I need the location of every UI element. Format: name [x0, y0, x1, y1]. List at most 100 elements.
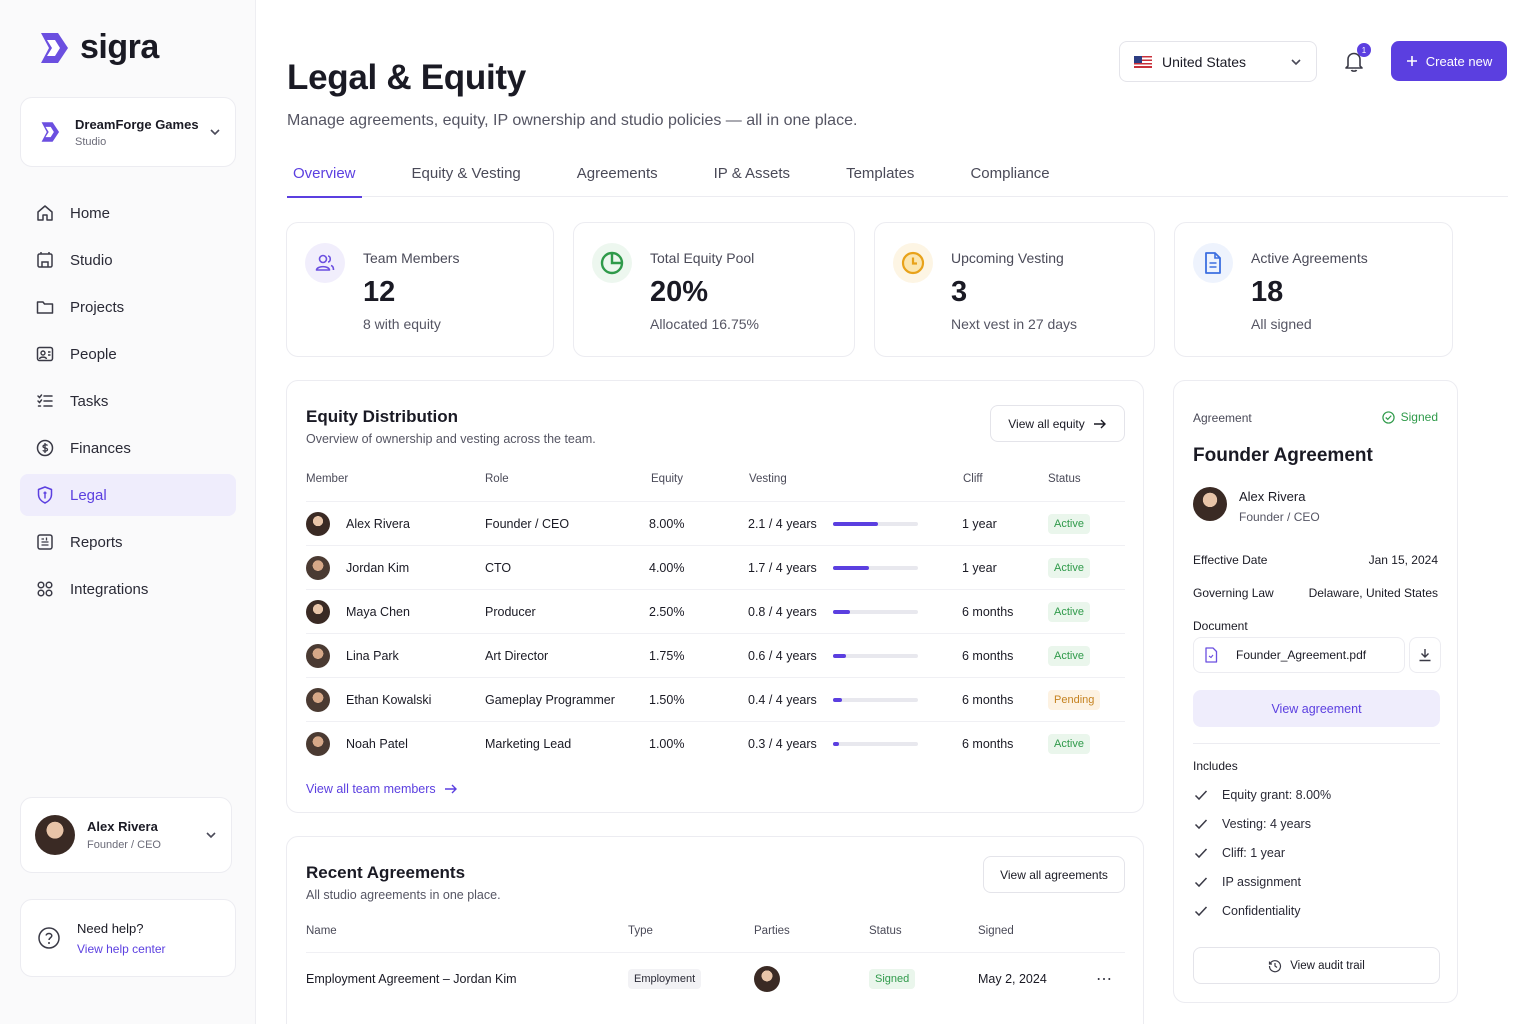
more-options-icon[interactable]: ⋯	[1096, 953, 1113, 1005]
table-row[interactable]: Jordan Kim CTO 4.00% 1.7 / 4 years 1 year Act…	[306, 545, 1125, 589]
stat-value: 12	[363, 276, 396, 308]
page-title: Legal & Equity	[287, 58, 526, 97]
cliff-cell: 6 months	[962, 693, 1014, 707]
sidebar-item-studio[interactable]: Studio	[20, 239, 236, 281]
equity-title: Equity Distribution	[306, 407, 459, 426]
sidebar-item-integrations[interactable]: Integrations	[20, 568, 236, 610]
help-title: Need help?	[77, 920, 144, 936]
equity-cell: 1.75%	[649, 649, 685, 663]
tab-overview[interactable]: Overview	[287, 160, 362, 198]
member-name: Alex Rivera	[346, 517, 410, 531]
workspace-switcher[interactable]: DreamForge Games Studio	[20, 97, 236, 167]
member-cell: Jordan Kim	[306, 546, 409, 590]
status-cell: Active	[1048, 502, 1090, 546]
equity-cell: 1.50%	[649, 693, 685, 707]
table-row[interactable]: Lina Park Art Director 1.75% 0.6 / 4 years 6…	[306, 633, 1125, 677]
column-header-type: Type	[628, 925, 653, 937]
brand-logo[interactable]: sigra	[38, 28, 159, 67]
sidebar-item-label: People	[70, 345, 117, 363]
includes-item-label: Confidentiality	[1222, 904, 1301, 918]
tab-templates[interactable]: Templates	[840, 160, 920, 197]
table-row[interactable]: Ethan Kowalski Gameplay Programmer 1.50% 0.…	[306, 677, 1125, 721]
reports-icon	[35, 532, 55, 552]
country-select[interactable]: United States	[1119, 41, 1317, 82]
member-cell: Noah Patel	[306, 722, 408, 766]
plus-icon	[1406, 56, 1417, 66]
includes-item-label: Equity grant: 8.00%	[1222, 788, 1332, 802]
stat-upcoming-vesting[interactable]: Upcoming Vesting 3 Next vest in 27 days	[874, 222, 1155, 357]
tab-ip-assets[interactable]: IP & Assets	[708, 160, 796, 197]
stat-label: Team Members	[363, 250, 460, 266]
sidebar-item-people[interactable]: People	[20, 333, 236, 375]
stat-active-agreements[interactable]: Active Agreements 18 All signed	[1174, 222, 1453, 357]
view-all-equity-button[interactable]: View all equity	[990, 405, 1125, 442]
avatar	[306, 732, 330, 756]
vesting-progress-bar	[833, 742, 918, 746]
document-file[interactable]: Founder_Agreement.pdf	[1193, 637, 1405, 673]
stat-value: 20%	[650, 276, 709, 308]
page-subtitle: Manage agreements, equity, IP ownership …	[287, 112, 858, 129]
sidebar-item-tasks[interactable]: Tasks	[20, 380, 236, 422]
help-center-link[interactable]: View help center	[77, 942, 166, 956]
table-row[interactable]: Maya Chen Producer 2.50% 0.8 / 4 years 6 mon…	[306, 589, 1125, 633]
stat-team-members[interactable]: Team Members 12 8 with equity	[286, 222, 554, 357]
sidebar-item-legal[interactable]: Legal	[20, 474, 236, 516]
sidebar-item-finances[interactable]: Finances	[20, 427, 236, 469]
tab-bar: Overview Equity & Vesting Agreements IP …	[287, 160, 1508, 198]
sidebar-item-label: Home	[70, 204, 111, 222]
download-icon	[1419, 649, 1431, 662]
user-menu[interactable]: Alex Rivera Founder / CEO	[20, 797, 232, 873]
download-button[interactable]	[1409, 637, 1441, 673]
vesting-progress-bar	[833, 698, 918, 702]
status-badge: Active	[1048, 734, 1090, 754]
view-all-agreements-button[interactable]: View all agreements	[983, 856, 1125, 893]
finances-icon	[35, 438, 55, 458]
sidebar-item-home[interactable]: Home	[20, 192, 236, 234]
sidebar-item-reports[interactable]: Reports	[20, 521, 236, 563]
vesting-text: 0.4 / 4 years	[748, 693, 817, 707]
agreement-detail-panel: Agreement Signed Founder Agreement Alex …	[1173, 380, 1458, 1003]
governing-law-value: Delaware, United States	[1308, 586, 1438, 600]
home-icon	[35, 203, 55, 223]
table-row[interactable]: Employment Agreement – Jordan Kim Employ…	[306, 952, 1125, 1004]
equity-cell: 2.50%	[649, 605, 685, 619]
tab-equity-vesting[interactable]: Equity & Vesting	[406, 160, 527, 197]
view-all-agreements-label: View all agreements	[1000, 867, 1108, 882]
member-cell: Lina Park	[306, 634, 399, 678]
create-new-button[interactable]: Create new	[1391, 41, 1507, 81]
check-icon	[1194, 906, 1208, 917]
avatar	[306, 688, 330, 712]
vesting-progress-fill	[833, 742, 840, 746]
party-role: Founder / CEO	[1239, 510, 1320, 524]
status-badge: Pending	[1048, 690, 1101, 710]
status-badge: Active	[1048, 646, 1090, 666]
status-cell: Pending	[1048, 678, 1101, 722]
stat-total-equity-pool[interactable]: Total Equity Pool 20% Allocated 16.75%	[573, 222, 855, 357]
view-all-team-members-link[interactable]: View all team members	[306, 782, 458, 796]
users-icon	[305, 243, 345, 283]
chevron-down-icon	[206, 832, 216, 839]
view-agreement-button[interactable]: View agreement	[1193, 690, 1440, 727]
view-audit-trail-button[interactable]: View audit trail	[1193, 947, 1440, 984]
tab-compliance[interactable]: Compliance	[964, 160, 1055, 197]
equity-cell: 8.00%	[649, 517, 685, 531]
member-name: Noah Patel	[346, 737, 408, 751]
vesting-text: 1.7 / 4 years	[748, 561, 817, 575]
vesting-progress-fill	[833, 522, 878, 526]
table-row[interactable]: Alex Rivera Founder / CEO 8.00% 2.1 / 4 yea…	[306, 501, 1125, 545]
user-role: Founder / CEO	[87, 839, 161, 851]
table-row[interactable]: Noah Patel Marketing Lead 1.00% 0.3 / 4 yea…	[306, 721, 1125, 765]
help-card: Need help? View help center	[20, 899, 236, 977]
folder-icon	[35, 297, 55, 317]
signed-date: May 2, 2024	[978, 972, 1047, 986]
vesting-progress-fill	[833, 610, 850, 614]
view-all-equity-label: View all equity	[1008, 416, 1085, 431]
effective-date-value: Jan 15, 2024	[1368, 553, 1438, 567]
status-badge: Active	[1048, 514, 1090, 534]
tab-agreements[interactable]: Agreements	[571, 160, 664, 197]
sidebar-item-projects[interactable]: Projects	[20, 286, 236, 328]
status-cell: Active	[1048, 546, 1090, 590]
workspace-type: Studio	[75, 135, 107, 148]
file-icon	[1205, 647, 1218, 663]
stat-value: 18	[1251, 276, 1284, 308]
